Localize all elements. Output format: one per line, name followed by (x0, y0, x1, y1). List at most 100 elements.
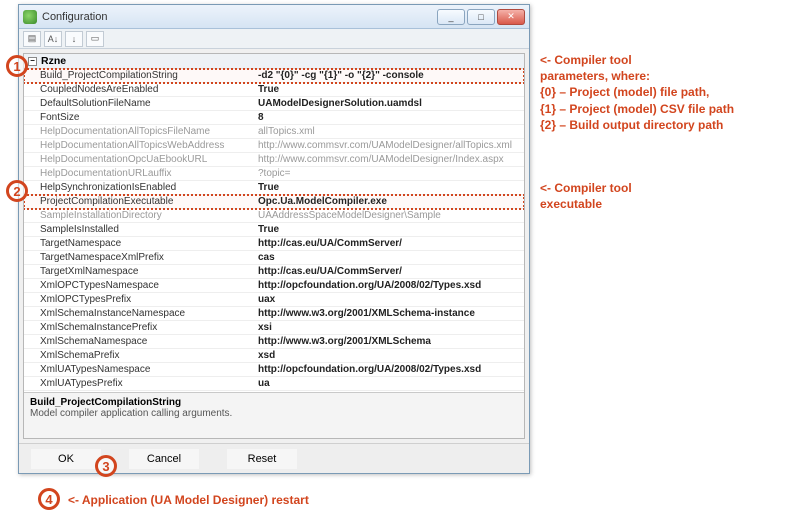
property-row[interactable]: TargetXmlNamespacehttp://cas.eu/UA/CommS… (24, 265, 524, 279)
property-value[interactable]: http://www.w3.org/2001/XMLSchema (254, 335, 524, 348)
property-name: SampleIsInstalled (24, 223, 254, 236)
property-value[interactable]: http://opcfoundation.org/UA/2008/02/Type… (254, 363, 524, 376)
description-title: Build_ProjectCompilationString (30, 397, 518, 408)
property-toolbar: ▤ A↓ ↓ ▭ (19, 29, 529, 49)
props-page-icon[interactable]: ▭ (86, 31, 104, 47)
property-name: HelpDocumentationURLauffix (24, 167, 254, 180)
property-row[interactable]: TargetNamespaceXmlPrefixcas (24, 251, 524, 265)
property-name: CoupledNodesAreEnabled (24, 83, 254, 96)
description-text: Model compiler application calling argum… (30, 408, 518, 419)
property-value[interactable]: http://cas.eu/UA/CommServer/ (254, 265, 524, 278)
property-row[interactable]: HelpDocumentationAllTopicsWebAddresshttp… (24, 139, 524, 153)
property-name: XmlSchemaNamespace (24, 335, 254, 348)
property-value[interactable]: cas (254, 251, 524, 264)
property-value[interactable]: http://cas.eu/UA/CommServer/ (254, 237, 524, 250)
property-row[interactable]: XmlUATypesNamespacehttp://opcfoundation.… (24, 363, 524, 377)
maximize-button[interactable]: □ (467, 9, 495, 25)
annotation-restart: <- Application (UA Model Designer) resta… (68, 492, 309, 508)
property-row[interactable]: HelpDocumentationURLauffix?topic= (24, 167, 524, 181)
property-row[interactable]: HelpSynchronizationIsEnabledTrue (24, 181, 524, 195)
property-name: XmlOPCTypesNamespace (24, 279, 254, 292)
property-value[interactable]: allTopics.xml (254, 125, 524, 138)
property-name: XmlOPCTypesPrefix (24, 293, 254, 306)
property-name: XmlSchemaPrefix (24, 349, 254, 362)
property-grid-body[interactable]: −RzneBuild_ProjectCompilationString-d2 "… (24, 54, 524, 392)
property-name: HelpDocumentationAllTopicsFileName (24, 125, 254, 138)
property-grid: −RzneBuild_ProjectCompilationString-d2 "… (23, 53, 525, 439)
ok-button[interactable]: OK (31, 449, 101, 469)
property-name: HelpDocumentationOpcUaEbookURL (24, 153, 254, 166)
property-name: ProjectCompilationExecutable (24, 195, 254, 208)
property-value[interactable]: UAAddressSpaceModelDesigner\Sample (254, 209, 524, 222)
property-name: HelpSynchronizationIsEnabled (24, 181, 254, 194)
property-name: HelpDocumentationAllTopicsWebAddress (24, 139, 254, 152)
app-icon (23, 10, 37, 24)
cancel-button[interactable]: Cancel (129, 449, 199, 469)
property-name: XmlUATypesNamespace (24, 363, 254, 376)
property-value[interactable]: UAModelDesignerSolution.uamdsl (254, 97, 524, 110)
minimize-button[interactable]: _ (437, 9, 465, 25)
property-row[interactable]: ProjectCompilationExecutableOpc.Ua.Model… (24, 195, 524, 209)
property-row[interactable]: XmlSchemaNamespacehttp://www.w3.org/2001… (24, 335, 524, 349)
property-row[interactable]: Build_ProjectCompilationString-d2 "{0}" … (24, 69, 524, 83)
callout-3: 3 (95, 455, 117, 477)
property-row[interactable]: XmlSchemaInstancePrefixxsi (24, 321, 524, 335)
category-name: Rzne (41, 55, 66, 67)
property-value[interactable]: True (254, 223, 524, 236)
expand-icon[interactable]: − (28, 57, 37, 66)
down-arrow-icon[interactable]: ↓ (65, 31, 83, 47)
config-window: Configuration _ □ ✕ ▤ A↓ ↓ ▭ −RzneBuild_… (18, 4, 530, 474)
description-pane: Build_ProjectCompilationString Model com… (24, 392, 524, 438)
reset-button[interactable]: Reset (227, 449, 297, 469)
property-value[interactable]: 8 (254, 111, 524, 124)
property-row[interactable]: FontSize8 (24, 111, 524, 125)
property-row[interactable]: SampleInstallationDirectoryUAAddressSpac… (24, 209, 524, 223)
property-row[interactable]: XmlSchemaPrefixxsd (24, 349, 524, 363)
property-value[interactable]: http://opcfoundation.org/UA/2008/02/Type… (254, 279, 524, 292)
property-value[interactable]: xsi (254, 321, 524, 334)
property-name: TargetNamespaceXmlPrefix (24, 251, 254, 264)
property-name: XmlUATypesPrefix (24, 377, 254, 390)
property-value[interactable]: True (254, 83, 524, 96)
property-row[interactable]: CoupledNodesAreEnabledTrue (24, 83, 524, 97)
window-controls: _ □ ✕ (437, 9, 525, 25)
property-name: FontSize (24, 111, 254, 124)
callout-4: 4 (38, 488, 60, 510)
property-row[interactable]: TargetNamespacehttp://cas.eu/UA/CommServ… (24, 237, 524, 251)
property-value[interactable]: xsd (254, 349, 524, 362)
property-value[interactable]: -d2 "{0}" -cg "{1}" -o "{2}" -console (254, 69, 524, 82)
property-row[interactable]: XmlOPCTypesNamespacehttp://opcfoundation… (24, 279, 524, 293)
property-name: Build_ProjectCompilationString (24, 69, 254, 82)
annotation-compiler-exe: <- Compiler toolexecutable (540, 180, 790, 212)
property-value[interactable]: ua (254, 377, 524, 390)
category-header[interactable]: −Rzne (24, 54, 524, 69)
property-name: XmlSchemaInstancePrefix (24, 321, 254, 334)
property-value[interactable]: http://www.commsvr.com/UAModelDesigner/a… (254, 139, 524, 152)
property-row[interactable]: HelpDocumentationOpcUaEbookURLhttp://www… (24, 153, 524, 167)
property-value[interactable]: http://www.commsvr.com/UAModelDesigner/I… (254, 153, 524, 166)
categorized-icon[interactable]: ▤ (23, 31, 41, 47)
property-value[interactable]: True (254, 181, 524, 194)
property-row[interactable]: XmlUATypesPrefixua (24, 377, 524, 391)
property-value[interactable]: Opc.Ua.ModelCompiler.exe (254, 195, 524, 208)
callout-2: 2 (6, 180, 28, 202)
property-row[interactable]: HelpDocumentationAllTopicsFileNameallTop… (24, 125, 524, 139)
property-row[interactable]: XmlOPCTypesPrefixuax (24, 293, 524, 307)
callout-1: 1 (6, 55, 28, 77)
property-name: TargetNamespace (24, 237, 254, 250)
property-row[interactable]: DefaultSolutionFileNameUAModelDesignerSo… (24, 97, 524, 111)
property-value[interactable]: ?topic= (254, 167, 524, 180)
window-title: Configuration (42, 11, 437, 23)
property-value[interactable]: http://www.w3.org/2001/XMLSchema-instanc… (254, 307, 524, 320)
property-name: TargetXmlNamespace (24, 265, 254, 278)
property-name: SampleInstallationDirectory (24, 209, 254, 222)
property-value[interactable]: uax (254, 293, 524, 306)
alpha-sort-icon[interactable]: A↓ (44, 31, 62, 47)
property-row[interactable]: XmlSchemaInstanceNamespacehttp://www.w3.… (24, 307, 524, 321)
property-row[interactable]: SampleIsInstalledTrue (24, 223, 524, 237)
close-button[interactable]: ✕ (497, 9, 525, 25)
titlebar[interactable]: Configuration _ □ ✕ (19, 5, 529, 29)
property-name: DefaultSolutionFileName (24, 97, 254, 110)
annotation-compiler-params: <- Compiler toolparameters, where:{0} – … (540, 52, 790, 133)
property-name: XmlSchemaInstanceNamespace (24, 307, 254, 320)
